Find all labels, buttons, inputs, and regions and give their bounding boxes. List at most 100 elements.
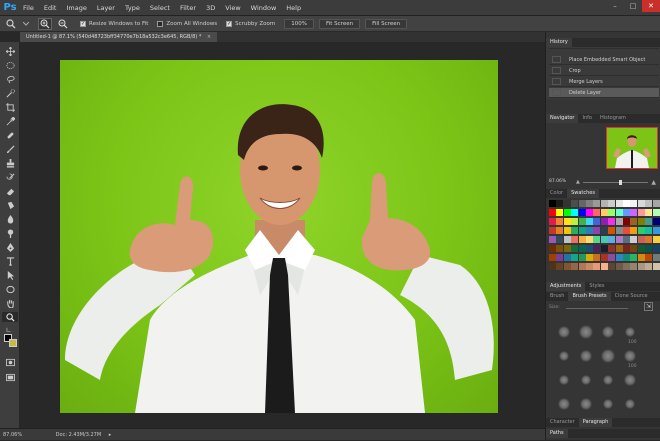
tab-adjustments[interactable]: Adjustments xyxy=(546,282,586,291)
navigator-zoom-slider[interactable]: ▲ ▲ xyxy=(576,179,656,186)
color-swatch[interactable] xyxy=(615,263,623,270)
color-swatch[interactable] xyxy=(578,227,586,234)
brush-preset[interactable] xyxy=(603,399,613,409)
color-swatch[interactable] xyxy=(652,263,660,270)
color-swatch[interactable] xyxy=(600,236,608,243)
color-swatch[interactable] xyxy=(608,227,616,234)
document-tab[interactable]: Untitled-1 @ 87.1% (540d48723bff34770e7b… xyxy=(20,32,218,42)
color-swatch[interactable] xyxy=(637,218,645,225)
brush-preset[interactable] xyxy=(559,351,569,361)
color-swatch[interactable] xyxy=(637,263,645,270)
color-swatch[interactable] xyxy=(586,227,593,234)
zoom-in-icon[interactable] xyxy=(38,17,52,30)
screen-mode-icon[interactable] xyxy=(2,372,18,382)
shape-icon[interactable] xyxy=(2,284,18,294)
history-item[interactable]: Place Embedded Smart Object xyxy=(549,55,659,65)
maximize-button[interactable]: □ xyxy=(624,0,642,12)
color-swatch[interactable] xyxy=(556,263,564,270)
color-swatch[interactable] xyxy=(615,245,623,252)
color-swatch[interactable] xyxy=(623,227,630,234)
color-swatch[interactable] xyxy=(549,254,556,261)
color-swatch[interactable] xyxy=(593,218,601,225)
menu-view[interactable]: View xyxy=(220,0,245,16)
color-swatch[interactable] xyxy=(571,245,579,252)
stamp-icon[interactable] xyxy=(2,158,18,168)
status-menu-icon[interactable]: ▸ xyxy=(109,432,112,438)
color-swatch[interactable] xyxy=(593,236,601,243)
color-swatch[interactable] xyxy=(578,245,586,252)
color-swatch[interactable] xyxy=(578,209,586,216)
color-swatch[interactable] xyxy=(563,218,571,225)
tab-clone-source[interactable]: Clone Source xyxy=(611,292,652,301)
resize-windows-checkbox[interactable]: ✓ Resize Windows to Fit xyxy=(80,20,148,27)
brush-preset[interactable] xyxy=(624,350,636,362)
navigator-zoom[interactable]: 87.06% xyxy=(549,179,566,184)
brush-preset[interactable] xyxy=(603,375,613,385)
color-swatch[interactable] xyxy=(637,236,645,243)
color-swatch[interactable] xyxy=(600,254,608,261)
minimize-button[interactable]: – xyxy=(606,0,624,12)
color-swatch[interactable] xyxy=(645,209,653,216)
zoom-readout[interactable]: 87.06% xyxy=(3,432,22,438)
history-item-selected[interactable]: Delete Layer xyxy=(549,88,659,98)
color-swatch[interactable] xyxy=(608,245,616,252)
color-swatch[interactable] xyxy=(623,200,630,207)
color-swatch[interactable] xyxy=(556,254,564,261)
color-swatch[interactable] xyxy=(563,209,571,216)
tab-paragraph[interactable]: Paragraph xyxy=(578,418,613,427)
gradient-icon[interactable] xyxy=(2,200,18,210)
color-swatch[interactable] xyxy=(549,236,556,243)
color-swatch[interactable] xyxy=(593,200,601,207)
color-swatch[interactable] xyxy=(549,245,556,252)
zoom-tool-icon[interactable] xyxy=(4,18,18,30)
color-swatch[interactable] xyxy=(608,236,616,243)
color-swatch[interactable] xyxy=(563,254,571,261)
color-swatch[interactable] xyxy=(571,236,579,243)
color-swatch[interactable] xyxy=(600,218,608,225)
tab-histogram[interactable]: Histogram xyxy=(596,114,630,123)
brush-preset[interactable] xyxy=(625,327,635,337)
color-swatch[interactable] xyxy=(600,245,608,252)
brush-preset[interactable] xyxy=(580,398,592,410)
color-swatch[interactable] xyxy=(630,236,638,243)
color-swatch[interactable] xyxy=(593,227,601,234)
color-swatch[interactable] xyxy=(586,263,593,270)
color-swatch[interactable] xyxy=(637,227,645,234)
color-swatch[interactable] xyxy=(608,218,616,225)
navigator-preview[interactable] xyxy=(606,127,658,169)
hand-icon[interactable] xyxy=(2,298,18,308)
color-swatch[interactable] xyxy=(600,227,608,234)
color-swatch[interactable] xyxy=(586,245,593,252)
quick-select-icon[interactable] xyxy=(2,88,18,98)
color-swatch[interactable] xyxy=(630,209,638,216)
color-swatch[interactable] xyxy=(637,200,645,207)
color-swatch[interactable] xyxy=(556,200,564,207)
zoom-all-windows-checkbox[interactable]: Zoom All Windows xyxy=(157,20,217,27)
document-image[interactable] xyxy=(60,60,498,413)
color-swatch[interactable] xyxy=(652,218,660,225)
color-swatch[interactable] xyxy=(615,236,623,243)
color-swatch[interactable] xyxy=(571,254,579,261)
color-swatch[interactable] xyxy=(563,236,571,243)
color-swatch[interactable] xyxy=(623,263,630,270)
eraser-icon[interactable] xyxy=(2,186,18,196)
tab-character[interactable]: Character xyxy=(546,418,579,427)
color-swatch[interactable] xyxy=(593,209,601,216)
color-swatch[interactable] xyxy=(623,254,630,261)
color-swatch[interactable] xyxy=(563,263,571,270)
color-swatch[interactable] xyxy=(578,254,586,261)
color-swatch[interactable] xyxy=(615,227,623,234)
color-swatch[interactable] xyxy=(630,218,638,225)
brush-preset[interactable] xyxy=(579,325,593,339)
zoom-100-button[interactable]: 100% xyxy=(284,18,314,29)
color-swatch[interactable] xyxy=(578,218,586,225)
tab-styles[interactable]: Styles xyxy=(585,282,608,291)
history-item[interactable]: Crop xyxy=(549,66,659,76)
color-swatch[interactable] xyxy=(571,263,579,270)
color-swatch[interactable] xyxy=(630,254,638,261)
color-swatch[interactable] xyxy=(578,200,586,207)
tab-brush-presets[interactable]: Brush Presets xyxy=(568,292,611,301)
brush-preset[interactable] xyxy=(580,350,592,362)
tab-navigator[interactable]: Navigator xyxy=(546,114,579,123)
menu-filter[interactable]: Filter xyxy=(175,0,201,16)
